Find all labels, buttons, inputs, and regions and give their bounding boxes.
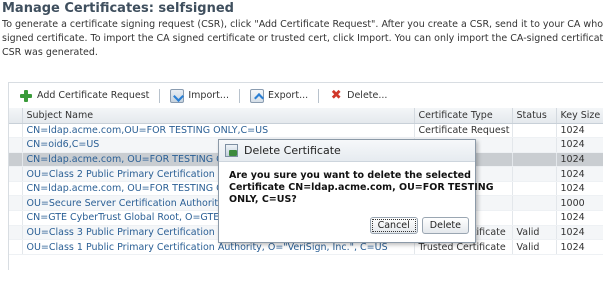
row-selector[interactable] <box>9 210 23 226</box>
column-header-subject[interactable]: Subject Name <box>22 108 415 124</box>
type-cell: Certificate Request <box>414 123 513 139</box>
status-cell <box>512 195 557 212</box>
export-label: Export... <box>267 90 309 101</box>
delete-certificate-dialog: Delete Certificate Are you sure you want… <box>218 139 494 243</box>
table-header-row: Subject Name Certificate Type Status Key… <box>9 108 603 124</box>
key-size-cell: 1024 <box>556 166 603 182</box>
page-description: To generate a certificate signing reques… <box>2 18 603 60</box>
key-size-cell: 1024 <box>556 137 603 153</box>
dialog-message-line: Certificate CN=ldap.acme.com, OU=FOR TES… <box>229 182 494 193</box>
dialog-title: Delete Certificate <box>244 144 341 157</box>
row-selector[interactable] <box>9 123 23 139</box>
dialog-message-line: ONLY, C=US? <box>229 194 297 205</box>
row-selector[interactable] <box>9 239 23 255</box>
import-label: Import... <box>188 90 229 101</box>
table-row[interactable]: CN=ldap.acme.com,OU=FOR TESTING ONLY,C=U… <box>9 123 603 139</box>
column-header-key-size[interactable]: Key Size <box>556 108 603 124</box>
import-icon <box>170 88 185 103</box>
export-button[interactable]: Export... <box>249 88 309 103</box>
certificate-icon <box>225 144 238 157</box>
page-title: Manage Certificates: selfsigned <box>2 1 234 16</box>
row-selector-header <box>9 108 23 124</box>
subject-cell: CN=ldap.acme.com,OU=FOR TESTING ONLY,C=U… <box>22 123 415 139</box>
confirm-delete-button[interactable]: Delete <box>421 217 469 234</box>
toolbar-separator <box>238 88 240 103</box>
key-size-cell: 1000 <box>556 195 603 212</box>
row-selector[interactable] <box>9 225 23 241</box>
row-selector[interactable] <box>9 152 23 168</box>
status-cell <box>512 123 557 139</box>
key-size-cell: 1024 <box>556 225 603 241</box>
status-cell <box>512 181 557 197</box>
cancel-button[interactable]: Cancel <box>369 217 418 234</box>
toolbar-separator <box>318 88 320 103</box>
delete-button[interactable]: ✖ Delete... <box>329 87 388 103</box>
column-header-status[interactable]: Status <box>512 108 557 124</box>
delete-icon: ✖ <box>330 87 342 103</box>
key-size-cell: 1024 <box>556 123 603 139</box>
row-selector[interactable] <box>9 181 23 197</box>
row-selector[interactable] <box>9 195 23 212</box>
description-line: To generate a certificate signing reques… <box>2 19 603 30</box>
status-cell <box>512 137 557 153</box>
key-size-cell: 1024 <box>556 152 603 168</box>
description-line: CSR was generated. <box>2 47 98 58</box>
dialog-header[interactable]: Delete Certificate <box>219 140 475 162</box>
key-size-cell: 1024 <box>556 239 603 255</box>
add-icon <box>19 89 33 103</box>
toolbar-separator <box>159 88 161 103</box>
toolbar: Add Certificate Request Import... Export… <box>9 83 603 108</box>
status-cell <box>512 210 557 226</box>
add-certificate-request-label: Add Certificate Request <box>37 90 150 101</box>
row-selector[interactable] <box>9 137 23 153</box>
status-cell <box>512 152 557 168</box>
status-cell <box>512 166 557 182</box>
add-certificate-request-button[interactable]: Add Certificate Request <box>19 89 149 103</box>
status-cell: Valid <box>512 225 557 241</box>
dialog-buttons: Cancel Delete <box>369 217 469 234</box>
dialog-message-line: Are you sure you want to delete the sele… <box>229 170 471 181</box>
dialog-message: Are you sure you want to delete the sele… <box>219 162 494 206</box>
row-selector[interactable] <box>9 166 23 182</box>
column-header-type[interactable]: Certificate Type <box>414 108 513 124</box>
description-line: signed certificate. To import the CA sig… <box>2 33 603 44</box>
import-button[interactable]: Import... <box>170 88 229 103</box>
key-size-cell: 1024 <box>556 181 603 197</box>
export-icon <box>249 88 264 103</box>
key-size-cell: 1024 <box>556 210 603 226</box>
delete-label: Delete... <box>347 90 388 101</box>
status-cell: Valid <box>512 239 557 255</box>
